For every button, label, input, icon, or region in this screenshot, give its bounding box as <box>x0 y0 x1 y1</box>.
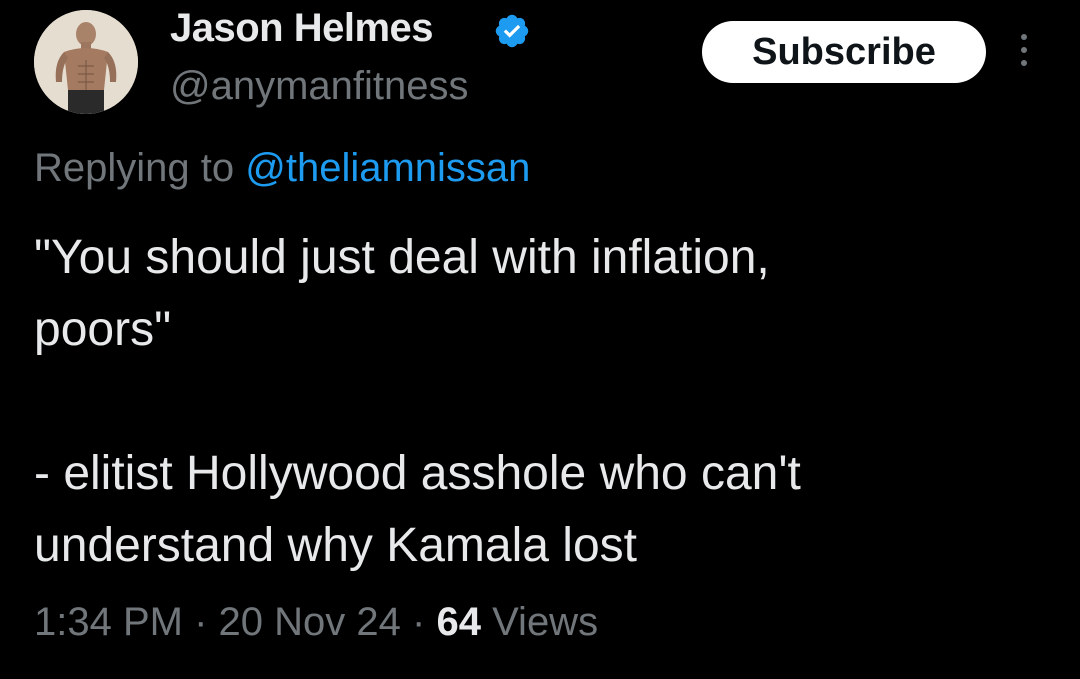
tweet-date[interactable]: 20 Nov 24 <box>219 600 401 644</box>
tweet-paragraph: - elitist Hollywood asshole who can't un… <box>34 447 801 572</box>
avatar-photo <box>34 10 138 114</box>
meta-separator: · <box>412 600 426 644</box>
replying-to-label: Replying to <box>34 146 235 190</box>
avatar[interactable] <box>34 10 138 114</box>
verified-badge-icon <box>495 14 529 48</box>
tweet-paragraph: "You should just deal with inflation, po… <box>34 231 770 356</box>
more-dot <box>1021 47 1027 53</box>
more-options-icon[interactable] <box>1012 34 1036 72</box>
subscribe-button[interactable]: Subscribe <box>702 21 986 83</box>
more-dot <box>1021 34 1027 40</box>
views-count[interactable]: 64 <box>436 600 481 644</box>
tweet-meta: 1:34 PM · 20 Nov 24 · 64 Views <box>34 600 598 645</box>
reply-target-link[interactable]: @theliamnissan <box>245 146 530 190</box>
author-handle[interactable]: @anymanfitness <box>170 64 469 109</box>
meta-separator: · <box>194 600 208 644</box>
views-label: Views <box>492 600 599 644</box>
author-name[interactable]: Jason Helmes <box>170 6 434 51</box>
replying-to: Replying to @theliamnissan <box>34 146 530 191</box>
tweet: Jason Helmes @anymanfitness Subscribe Re… <box>0 0 1080 679</box>
tweet-text: "You should just deal with inflation, po… <box>34 222 1034 582</box>
tweet-time[interactable]: 1:34 PM <box>34 600 183 644</box>
more-dot <box>1021 60 1027 66</box>
